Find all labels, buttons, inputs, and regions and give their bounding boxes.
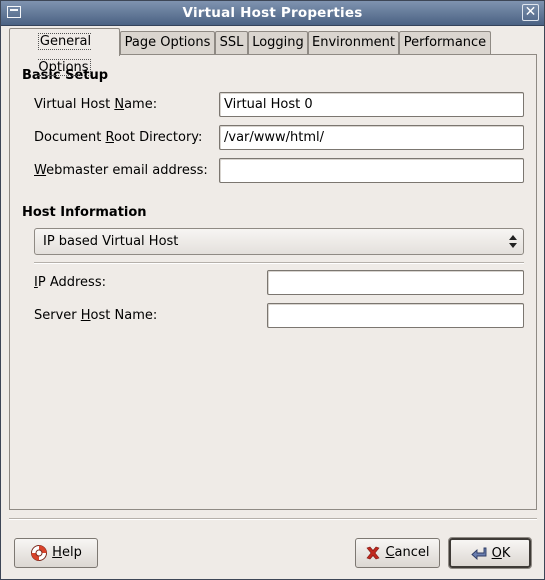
close-icon[interactable]: ✕ xyxy=(522,4,539,21)
help-button[interactable]: Help xyxy=(14,538,98,568)
host-type-combo[interactable]: IP based Virtual Host xyxy=(34,228,524,255)
server-host-name-field[interactable] xyxy=(267,303,524,328)
host-type-selected: IP based Virtual Host xyxy=(43,234,179,249)
host-information-heading: Host Information xyxy=(22,205,147,220)
ok-button[interactable]: OK xyxy=(448,537,532,569)
ip-address-field[interactable] xyxy=(267,270,524,295)
up-down-arrows-icon xyxy=(509,235,517,248)
enter-arrow-icon xyxy=(470,547,487,560)
doc-root-label: Document Root Directory: xyxy=(34,130,203,145)
lifebuoy-icon xyxy=(31,544,48,561)
webmaster-email-label: Webmaster email address: xyxy=(34,163,208,178)
tab-general-options[interactable]: General Options xyxy=(9,28,120,76)
tab-label: General Options xyxy=(37,33,92,76)
ip-address-label: IP Address: xyxy=(34,275,106,290)
vhost-name-field[interactable] xyxy=(219,92,524,117)
separator xyxy=(34,262,524,264)
x-icon xyxy=(366,546,380,559)
general-options-panel: Basic Setup Virtual Host Name: Document … xyxy=(9,54,537,510)
webmaster-email-field[interactable] xyxy=(219,158,524,183)
cancel-button[interactable]: Cancel xyxy=(355,538,440,568)
server-host-name-label: Server Host Name: xyxy=(34,308,158,323)
tab-page-options[interactable]: Page Options xyxy=(120,31,215,54)
window-title: Virtual Host Properties xyxy=(182,5,363,21)
tab-logging[interactable]: Logging xyxy=(248,31,308,54)
tab-performance[interactable]: Performance xyxy=(399,31,491,54)
tab-environment[interactable]: Environment xyxy=(308,31,399,54)
dialog-window: Virtual Host Properties ✕ General Option… xyxy=(0,0,545,580)
button-area-separator xyxy=(9,518,537,520)
title-bar[interactable]: Virtual Host Properties ✕ xyxy=(1,1,544,26)
tab-ssl[interactable]: SSL xyxy=(215,31,248,54)
doc-root-field[interactable] xyxy=(219,125,524,150)
vhost-name-label: Virtual Host Name: xyxy=(34,97,158,112)
